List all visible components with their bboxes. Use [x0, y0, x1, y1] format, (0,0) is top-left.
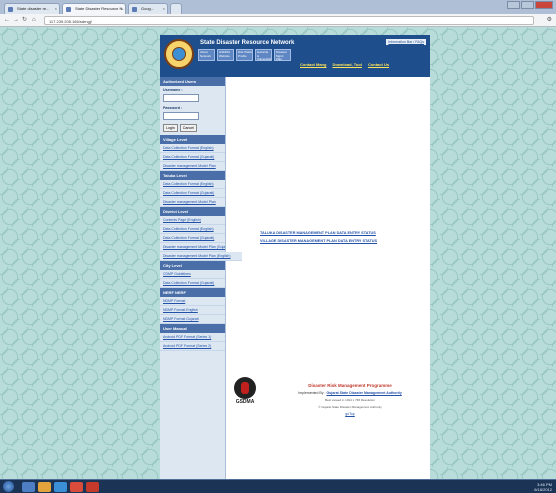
footer-implemented: Implemented By : Gujarat State Disaster … — [280, 391, 420, 395]
village-link[interactable]: Data Collection Format (Gujarati) — [160, 153, 225, 162]
browser-tab-active[interactable]: State Disaster Resource N... × — [62, 3, 126, 14]
favicon-icon — [8, 7, 13, 12]
start-button[interactable] — [3, 481, 14, 492]
district-link[interactable]: Disaster management Model Plan (Gujarati… — [160, 243, 225, 252]
opera-icon[interactable] — [86, 482, 99, 492]
footer-title: Disaster Risk Management Programme — [308, 383, 392, 388]
village-link[interactable]: Data Collection Format (English) — [160, 144, 225, 153]
contact-mang-link[interactable]: Contact Mang — [300, 62, 326, 67]
site-container: State Disaster Resource Network Informat… — [160, 35, 430, 487]
contact-us-link[interactable]: Contact Us — [368, 62, 389, 67]
chrome-icon[interactable] — [70, 482, 83, 492]
login-button[interactable]: Login — [163, 124, 178, 132]
menu-item-website[interactable]: GSDMA Website — [217, 49, 234, 61]
footer-logo-caption: GSDMA — [235, 399, 255, 405]
menu-item-about[interactable]: About Network — [198, 49, 215, 61]
address-bar-row: ← → ↻ ⌂ 117.239.205.166/sdrngj/ ⚙ — [0, 14, 556, 27]
tab-label: State disaster re... — [17, 6, 50, 11]
district-link[interactable]: Data Collection Format (English) — [160, 225, 225, 234]
new-tab-button[interactable] — [170, 3, 182, 14]
wrench-icon[interactable]: ⚙ — [547, 16, 552, 23]
system-tray[interactable]: 3:46 PM 6/18/2012 — [534, 482, 552, 492]
left-sidebar: Authorized Users Username : Password : L… — [160, 77, 242, 487]
favicon-icon — [66, 7, 71, 12]
manual-link[interactable]: Android PDF Format (Series 1) — [160, 333, 225, 342]
window-close-button[interactable] — [535, 1, 553, 9]
site-title: State Disaster Resource Network — [200, 40, 295, 46]
minimize-button[interactable] — [507, 1, 520, 9]
close-icon[interactable]: × — [121, 6, 123, 11]
password-input[interactable] — [163, 112, 199, 120]
manual-link[interactable]: Android PDF Format (Series 2) — [160, 342, 225, 351]
district-level-heading: District Level — [160, 207, 225, 216]
tab-label: State Disaster Resource N... — [75, 6, 126, 11]
date: 6/18/2012 — [534, 487, 552, 492]
taluka-link[interactable]: Data Collection Format (English) — [160, 180, 225, 189]
nerf-link[interactable]: NDMP Format English — [160, 306, 225, 315]
taluka-link[interactable]: Disaster management Model Plan — [160, 198, 225, 207]
home-icon[interactable]: ⌂ — [32, 16, 36, 24]
taluka-link[interactable]: Data Collection Format (Gujarati) — [160, 189, 225, 198]
menu-item-plan[interactable]: Disaster Mgmt Plan — [274, 49, 291, 61]
close-icon[interactable]: × — [55, 6, 57, 11]
village-level-heading: Village Level — [160, 135, 225, 144]
menu-item-profile[interactable]: Dist./Taluka Profile — [236, 49, 253, 61]
authorized-users-heading: Authorized Users — [160, 77, 225, 86]
reload-icon[interactable]: ↻ — [22, 16, 27, 24]
footer-copyright: © Gujarat State Disaster Management Auth… — [318, 405, 382, 409]
village-link[interactable]: Disaster management Model Plan — [160, 162, 225, 171]
download-tool-link[interactable]: Download, Tool — [332, 62, 361, 67]
district-link[interactable]: Data Collection Format (Gujarati) — [160, 234, 225, 243]
footer-resolution-note: Best viewed in 1024 x 768 Resolution — [324, 398, 376, 402]
main-menu: About Network GSDMA Website Dist./Taluka… — [198, 49, 291, 61]
gsdma-logo — [164, 39, 194, 69]
browser-tab-bar: State disaster re... × State Disaster Re… — [0, 0, 556, 14]
footer-implemented-prefix: Implemented By : — [298, 391, 326, 395]
folder-icon[interactable] — [38, 482, 51, 492]
password-label: Password : — [163, 106, 183, 110]
gsdma-link[interactable]: Gujarat State Disaster Management Author… — [326, 391, 401, 395]
url-field[interactable]: 117.239.205.166/sdrngj/ — [44, 16, 534, 25]
site-header: State Disaster Resource Network Informat… — [160, 35, 430, 77]
browser-tab[interactable]: Goog... × — [128, 3, 168, 14]
forward-arrow-icon[interactable]: → — [13, 16, 19, 24]
favicon-icon — [132, 7, 137, 12]
username-input[interactable] — [163, 94, 199, 102]
page-viewport: State Disaster Resource Network Informat… — [0, 27, 556, 487]
close-icon[interactable]: × — [163, 6, 165, 11]
nerf-heading: NERF NERF — [160, 288, 225, 297]
browser-tab[interactable]: State disaster re... × — [4, 3, 60, 14]
window-controls — [507, 1, 553, 9]
info-bar-link[interactable]: Information Bar / FAQs — [386, 39, 426, 45]
city-level-heading: City Level — [160, 261, 225, 270]
browser-icon[interactable] — [54, 482, 67, 492]
explorer-icon[interactable] — [22, 482, 35, 492]
go-top-link[interactable]: goTop — [280, 412, 420, 416]
district-link[interactable]: Contents Page (English) — [160, 216, 225, 225]
city-link[interactable]: Data Collection Format (Gujarati) — [160, 279, 225, 288]
menu-item-hazards[interactable]: Hazards & Vulnerability — [255, 49, 272, 61]
gsdma-footer-logo: GSDMA — [232, 377, 258, 411]
user-manual-heading: User Manual — [160, 324, 225, 333]
nerf-link[interactable]: NDMP Format Gujarati — [160, 315, 225, 324]
city-link[interactable]: CDMP Guidelines — [160, 270, 225, 279]
taluka-status-link[interactable]: TALUKA DISASTER MANAGEMENT PLAN DATA ENT… — [260, 231, 426, 235]
maximize-button[interactable] — [521, 1, 534, 9]
login-buttons: Login Cancel — [160, 122, 225, 135]
village-status-link[interactable]: VILLAGE DISASTER MANAGEMENT PLAN DATA EN… — [260, 239, 426, 243]
back-arrow-icon[interactable]: ← — [4, 16, 10, 24]
nerf-link[interactable]: NDMP Format — [160, 297, 225, 306]
footer: Disaster Risk Management Programme Imple… — [280, 383, 420, 416]
taluka-level-heading: Taluka Level — [160, 171, 225, 180]
windows-taskbar: 3:46 PM 6/18/2012 — [0, 479, 556, 493]
username-label: Username : — [163, 88, 183, 92]
tab-label: Goog... — [141, 6, 155, 11]
main-content: TALUKA DISASTER MANAGEMENT PLAN DATA ENT… — [230, 77, 426, 487]
header-sub-links: Contact Mang Download, Tool Contact Us — [300, 62, 389, 67]
header-top-links: Information Bar / FAQs — [386, 39, 426, 45]
cancel-button[interactable]: Cancel — [179, 124, 197, 132]
